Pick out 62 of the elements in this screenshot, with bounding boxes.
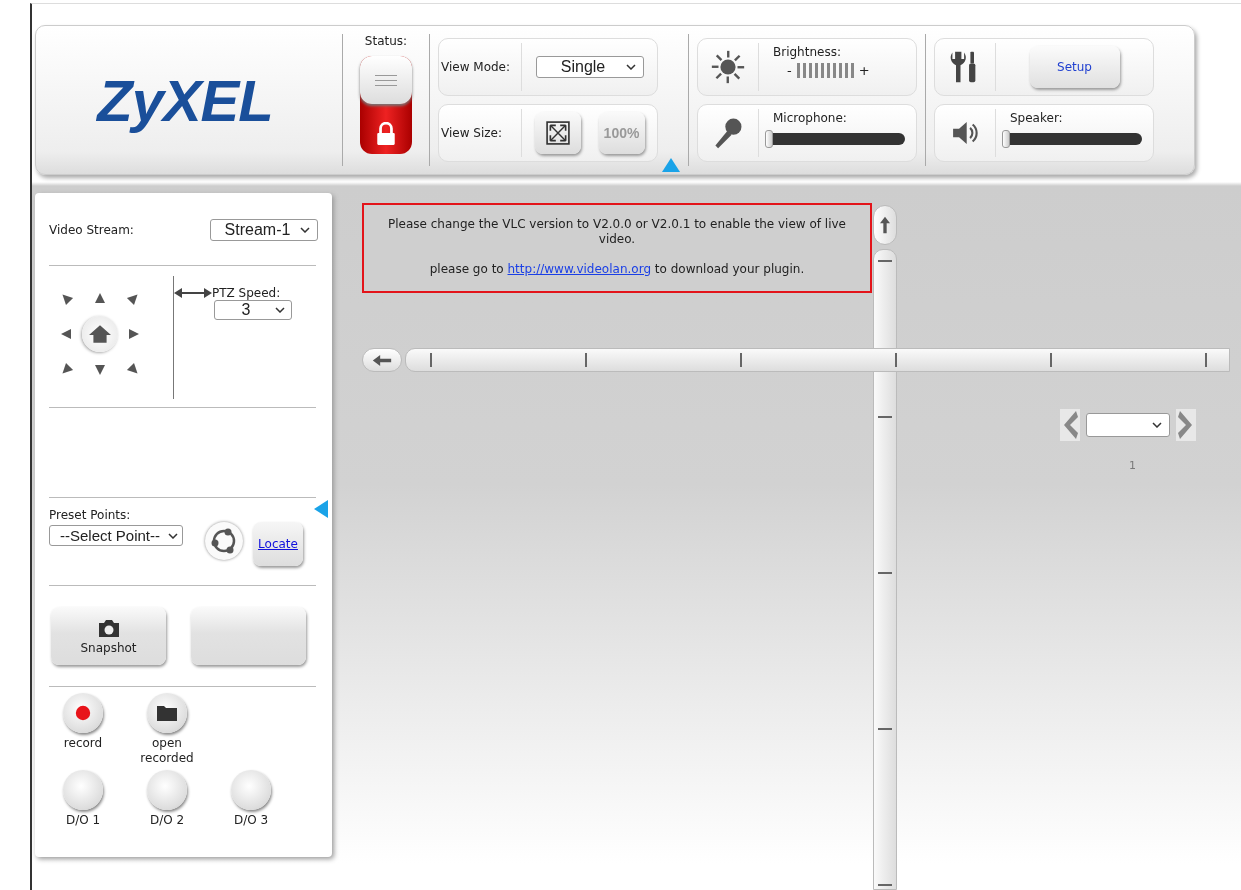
- pan-arrow-button[interactable]: [128, 328, 140, 340]
- up-arrow-button[interactable]: [873, 205, 897, 245]
- camera-icon: [96, 617, 121, 638]
- video-stream-label: Video Stream:: [49, 223, 134, 237]
- caret-icon: [168, 532, 178, 539]
- download-text: please go to http://www.videolan.org to download your plugin.: [428, 262, 806, 277]
- view-size-label: View Size:: [440, 126, 503, 140]
- caret-icon: [300, 227, 310, 233]
- logo: ZyXEL: [95, 66, 274, 135]
- speaker-slider[interactable]: [1002, 130, 1142, 148]
- padlock-icon: [375, 122, 397, 146]
- up-arrow-icon: [880, 216, 890, 234]
- open-recorded-button[interactable]: [147, 693, 187, 733]
- folder-icon: [156, 704, 178, 722]
- record-button[interactable]: [63, 693, 103, 733]
- tour-button[interactable]: [205, 522, 243, 560]
- warning-text: Please change the VLC version to V2.0.0 or V2.0.1 to enable the view of live video.: [387, 217, 847, 247]
- button-caption: open recorded: [139, 736, 195, 766]
- video-stream-select[interactable]: Stream-1: [210, 219, 318, 241]
- pan-arrow-button[interactable]: [60, 328, 72, 340]
- preset-points-label: Preset Points:: [49, 508, 132, 522]
- pan-arrow-button[interactable]: [94, 364, 106, 376]
- caret-icon: [625, 64, 636, 70]
- button-caption: record: [63, 736, 103, 751]
- page-select[interactable]: [1086, 413, 1170, 437]
- status-label: Status:: [364, 34, 408, 48]
- ptz-speed-select[interactable]: 3: [214, 300, 292, 320]
- brightness-label: Brightness:: [772, 45, 841, 59]
- caret-icon: [275, 307, 285, 313]
- sun-icon: [709, 48, 747, 86]
- expand-icon: [545, 121, 570, 145]
- button-caption: D/O 1: [65, 813, 101, 828]
- home-button[interactable]: [82, 316, 118, 352]
- pan-arrow-button[interactable]: [94, 292, 106, 304]
- snapshot-button[interactable]: Snapshot: [51, 607, 166, 665]
- button-caption: D/O 2: [149, 813, 185, 828]
- left-arrow-button[interactable]: [362, 348, 402, 372]
- minus-label: -: [787, 63, 792, 78]
- plus-label: +: [858, 63, 870, 78]
- fullscreen-button[interactable]: [534, 112, 581, 154]
- microphone-slider[interactable]: [765, 130, 905, 148]
- record-icon: [74, 704, 92, 722]
- slider-thumb[interactable]: [1002, 130, 1010, 148]
- ptz-speed-label: PTZ Speed:: [212, 286, 281, 300]
- double-arrow-icon: [174, 288, 212, 298]
- brightness-control[interactable]: - +: [765, 63, 870, 78]
- slider-thumb[interactable]: [765, 130, 773, 148]
- home-icon: [89, 325, 111, 343]
- page-number: 1: [1129, 459, 1136, 472]
- caret-icon: [1152, 422, 1162, 428]
- left-arrow-icon: [372, 354, 392, 366]
- lock-toggle[interactable]: [360, 56, 412, 154]
- speaker-label: Speaker:: [1009, 111, 1063, 125]
- collapse-arrow-icon[interactable]: [314, 500, 328, 518]
- locate-link[interactable]: Locate: [253, 522, 303, 566]
- view-mode-label: View Mode:: [440, 60, 512, 74]
- button-caption: D/O 3: [233, 813, 269, 828]
- microphone-label: Microphone:: [772, 111, 847, 125]
- videolan-link[interactable]: http://www.videolan.org: [507, 262, 651, 276]
- setup-button[interactable]: Setup: [1029, 46, 1120, 88]
- preset-point-select[interactable]: --Select Point--: [49, 525, 183, 546]
- view-mode-select[interactable]: Single: [535, 56, 644, 78]
